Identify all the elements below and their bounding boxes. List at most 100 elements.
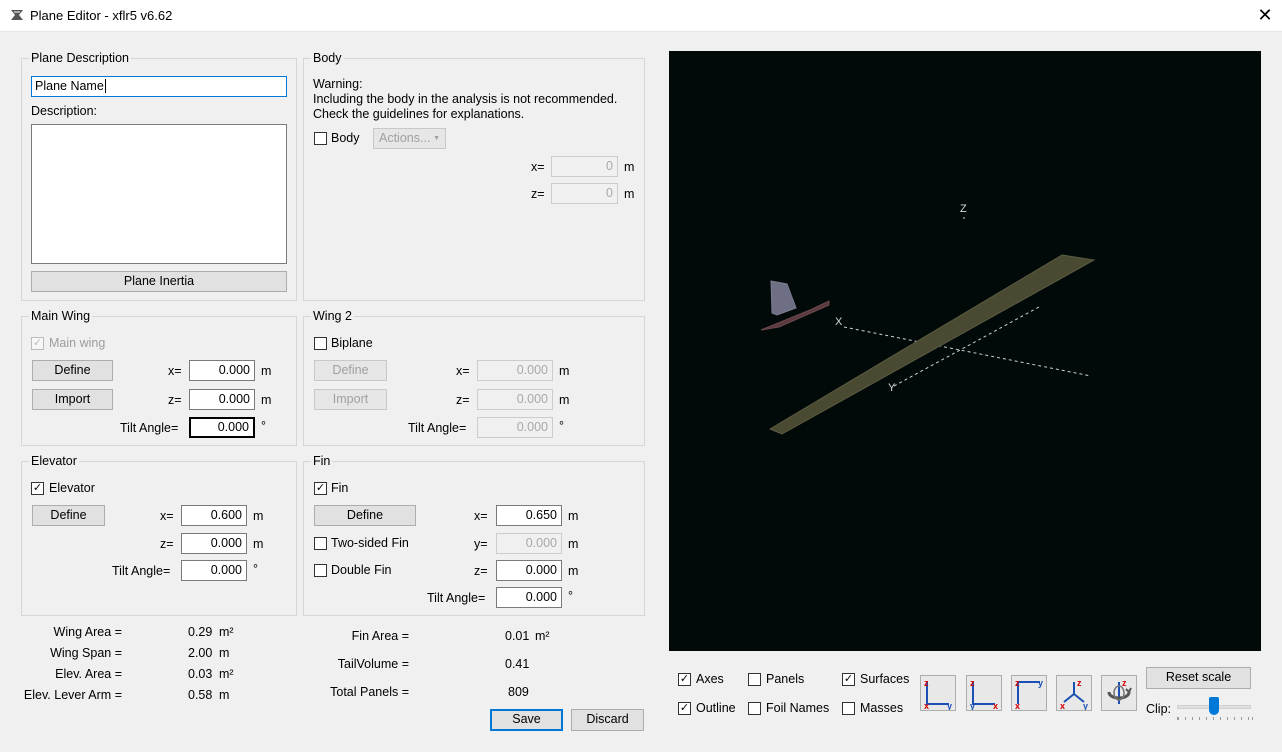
fin-z-label: z= — [474, 564, 488, 578]
wing-span-label: Wing Span = — [50, 646, 122, 660]
svg-text:y: y — [1083, 701, 1088, 710]
fin-x-unit: m — [568, 509, 579, 523]
tail-volume-label: TailVolume = — [337, 657, 409, 671]
foil-names-checkbox[interactable] — [748, 702, 761, 715]
total-panels-label: Total Panels = — [330, 685, 409, 699]
fin-tilt-unit: ° — [568, 589, 573, 603]
wing2-z-unit: m — [559, 393, 570, 407]
chevron-down-icon: ▼ — [433, 135, 440, 142]
axis-y-label: Y — [888, 382, 896, 394]
wing2-x-input[interactable]: 0.000 — [477, 360, 553, 381]
clip-slider-ticks — [1177, 717, 1253, 720]
plane-inertia-button[interactable]: Plane Inertia — [31, 271, 287, 292]
front-view-icon: z x y — [924, 678, 952, 711]
plane-name-input[interactable]: Plane Name — [31, 76, 287, 97]
elevator-define-button[interactable]: Define — [32, 505, 105, 526]
iso-view-button[interactable]: z x y — [1056, 675, 1092, 711]
discard-button[interactable]: Discard — [571, 709, 644, 731]
main-wing-import-button[interactable]: Import — [32, 389, 113, 410]
plane-3d-view[interactable]: X Y Z — [669, 51, 1261, 651]
main-wing-z-input[interactable]: 0.000 — [189, 389, 255, 410]
tail-volume-value: 0.41 — [505, 657, 530, 671]
svg-text:z: z — [1015, 678, 1020, 688]
fin-y-input[interactable]: 0.000 — [496, 533, 562, 554]
biplane-checkbox[interactable] — [314, 337, 327, 350]
masses-checkbox[interactable] — [842, 702, 855, 715]
body-actions-label: Actions... — [379, 131, 431, 145]
fin-y-unit: m — [568, 537, 579, 551]
main-wing-define-button[interactable]: Define — [32, 360, 113, 381]
wing2-define-button[interactable]: Define — [314, 360, 387, 381]
description-label: Description: — [31, 104, 97, 118]
wing-area-label: Wing Area = — [53, 625, 122, 639]
wing-span-value: 2.00 — [188, 646, 213, 660]
wing2-tilt-input[interactable]: 0.000 — [477, 417, 553, 438]
front-view-button[interactable]: z x y — [920, 675, 956, 711]
iso-view-icon: z x y — [1060, 678, 1088, 711]
fin-title: Fin — [311, 454, 333, 468]
elevator-checkbox-label: Elevator — [49, 481, 95, 495]
fin-checkbox-label: Fin — [331, 481, 349, 495]
body-checkbox[interactable] — [314, 132, 327, 145]
main-wing-checkbox[interactable]: ✓ — [31, 337, 44, 350]
svg-text:y: y — [947, 701, 952, 710]
body-x-unit: m — [624, 160, 635, 174]
wing2-x-unit: m — [559, 364, 570, 378]
clip-slider-thumb[interactable] — [1209, 697, 1219, 715]
panels-checkbox[interactable] — [748, 673, 761, 686]
wing2-z-input[interactable]: 0.000 — [477, 389, 553, 410]
two-sided-fin-checkbox[interactable] — [314, 537, 327, 550]
fin-define-button[interactable]: Define — [314, 505, 416, 526]
fin-surface — [770, 280, 797, 316]
body-x-input[interactable]: 0 — [551, 156, 618, 177]
elev-area-unit: m² — [219, 667, 234, 681]
elevator-z-label: z= — [160, 537, 174, 551]
clip-label: Clip: — [1146, 702, 1172, 716]
reset-scale-button[interactable]: Reset scale — [1146, 667, 1251, 689]
double-fin-checkbox[interactable] — [314, 564, 327, 577]
elevator-z-input[interactable]: 0.000 — [181, 533, 247, 554]
elevator-title: Elevator — [29, 454, 79, 468]
fin-z-input[interactable]: 0.000 — [496, 560, 562, 581]
outline-checkbox[interactable]: ✓ — [678, 702, 691, 715]
main-wing-tilt-unit: ° — [261, 419, 266, 433]
top-view-icon: z y x — [1015, 678, 1043, 711]
svg-text:x: x — [1015, 701, 1020, 710]
elevator-x-input[interactable]: 0.600 — [181, 505, 247, 526]
save-button[interactable]: Save — [490, 709, 563, 731]
fin-x-input[interactable]: 0.650 — [496, 505, 562, 526]
fin-tilt-input[interactable]: 0.000 — [496, 587, 562, 608]
body-warning-line2: Including the body in the analysis is no… — [313, 92, 618, 106]
panels-label: Panels — [766, 672, 805, 686]
close-button[interactable]: ✕ — [1254, 4, 1276, 26]
axes-checkbox[interactable]: ✓ — [678, 673, 691, 686]
main-wing-x-input[interactable]: 0.000 — [189, 360, 255, 381]
side-view-button[interactable]: z y x — [966, 675, 1002, 711]
body-z-unit: m — [624, 187, 635, 201]
rotate-view-button[interactable]: z — [1101, 675, 1137, 711]
body-actions-button[interactable]: Actions... ▼ — [373, 128, 446, 149]
elevator-x-unit: m — [253, 509, 264, 523]
total-panels-value: 809 — [508, 685, 529, 699]
elevator-tilt-input[interactable]: 0.000 — [181, 560, 247, 581]
surfaces-checkbox[interactable]: ✓ — [842, 673, 855, 686]
fin-area-value: 0.01 — [505, 629, 530, 643]
wing2-tilt-unit: ° — [559, 419, 564, 433]
elev-lever-arm-value: 0.58 — [188, 688, 213, 702]
fin-checkbox[interactable]: ✓ — [314, 482, 327, 495]
top-view-button[interactable]: z y x — [1011, 675, 1047, 711]
elevator-checkbox[interactable]: ✓ — [31, 482, 44, 495]
masses-label: Masses — [860, 701, 904, 715]
wing2-x-label: x= — [456, 364, 470, 378]
main-wing-tilt-input[interactable]: 0.000 — [189, 417, 255, 438]
svg-text:z: z — [924, 678, 929, 688]
clip-slider[interactable] — [1177, 697, 1253, 723]
elevator-x-label: x= — [160, 509, 174, 523]
body-z-input[interactable]: 0 — [551, 183, 618, 204]
main-wing-z-label: z= — [168, 393, 182, 407]
main-wing-x-unit: m — [261, 364, 272, 378]
biplane-checkbox-label: Biplane — [331, 336, 373, 350]
double-fin-label: Double Fin — [331, 563, 392, 577]
wing2-import-button[interactable]: Import — [314, 389, 387, 410]
description-textarea[interactable] — [31, 124, 287, 264]
